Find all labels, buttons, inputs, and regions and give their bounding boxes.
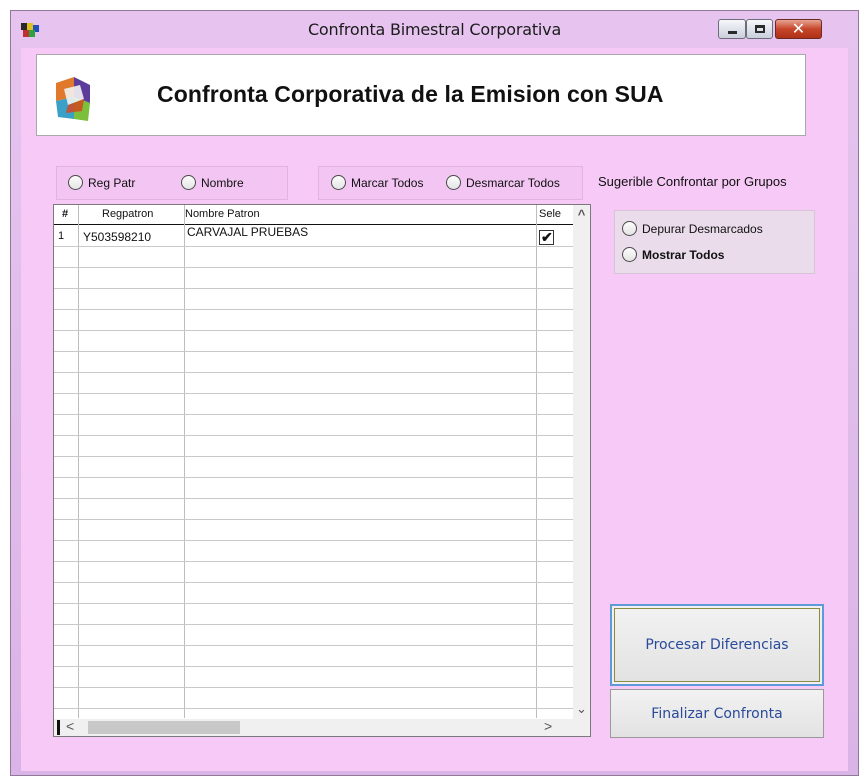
row-divider (54, 435, 575, 436)
header-banner: Confronta Corporativa de la Emision con … (36, 54, 806, 136)
radio-label: Reg Patr (88, 175, 136, 190)
minimize-button[interactable] (718, 19, 746, 39)
radio-label: Mostrar Todos (642, 247, 725, 262)
mark-options-group: Marcar Todos Desmarcar Todos (318, 166, 583, 200)
radio-depurar-desmarcados[interactable]: Depurar Desmarcados (622, 221, 763, 236)
row-divider (54, 477, 575, 478)
row-divider (54, 624, 575, 625)
radio-marcar-todos[interactable]: Marcar Todos (331, 175, 423, 190)
radio-circle (181, 175, 196, 190)
radio-circle (68, 175, 83, 190)
app-logo-icon (56, 77, 90, 121)
column-header-number[interactable]: # (62, 208, 68, 220)
scroll-left-icon[interactable]: < (66, 718, 74, 734)
minimize-icon (728, 31, 737, 34)
column-header-seleccion[interactable]: Sele (539, 208, 561, 220)
column-divider (78, 205, 79, 718)
radio-label: Depurar Desmarcados (642, 221, 763, 236)
radio-label: Marcar Todos (351, 175, 424, 190)
close-button[interactable]: ✕ (775, 19, 822, 39)
row-divider (54, 288, 575, 289)
row-divider (54, 267, 575, 268)
cell-nombre-patron: CARVAJAL PRUEBAS (187, 225, 309, 239)
scroll-corner (573, 719, 590, 736)
scroll-thumb[interactable] (88, 721, 240, 734)
scroll-cap (57, 720, 60, 735)
row-divider (54, 372, 575, 373)
employer-grid[interactable]: # Regpatron Nombre Patron Sele 1 Y503598… (53, 204, 591, 737)
horizontal-scrollbar[interactable]: < > (54, 718, 575, 736)
radio-desmarcar-todos[interactable]: Desmarcar Todos (446, 175, 560, 190)
radio-mostrar-todos[interactable]: Mostrar Todos (622, 247, 724, 262)
scroll-up-icon[interactable]: ^ (573, 207, 590, 222)
banner-title: Confronta Corporativa de la Emision con … (157, 81, 664, 107)
row-divider (54, 540, 575, 541)
row-divider (54, 561, 575, 562)
row-divider (54, 456, 575, 457)
scroll-right-icon[interactable]: > (544, 718, 552, 734)
cell-regpatron: Y503598210 (83, 230, 152, 244)
radio-label: Nombre (201, 175, 244, 190)
grid-header: # Regpatron Nombre Patron Sele (54, 205, 575, 225)
filter-options-group: Depurar Desmarcados Mostrar Todos (614, 210, 815, 274)
row-divider (54, 309, 575, 310)
procesar-diferencias-button[interactable]: Procesar Diferencias (610, 604, 824, 686)
close-icon: ✕ (791, 19, 806, 38)
row-divider (54, 666, 575, 667)
row-select-checkbox[interactable]: ✔ (539, 229, 554, 245)
row-divider (54, 393, 575, 394)
radio-circle (446, 175, 461, 190)
finalizar-confronta-button[interactable]: Finalizar Confronta (610, 689, 824, 738)
group-hint-label: Sugerible Confrontar por Grupos (598, 174, 787, 189)
row-divider (54, 582, 575, 583)
check-icon: ✔ (541, 229, 553, 245)
radio-circle (622, 247, 637, 262)
row-divider (54, 330, 575, 331)
radio-label: Desmarcar Todos (466, 175, 560, 190)
radio-nombre[interactable]: Nombre (181, 175, 244, 190)
row-divider (54, 498, 575, 499)
radio-reg-patr[interactable]: Reg Patr (68, 175, 135, 190)
maximize-icon (755, 25, 765, 33)
scroll-down-icon[interactable]: ⌄ (573, 701, 590, 717)
column-header-nombre-patron[interactable]: Nombre Patron (185, 208, 260, 220)
radio-circle (331, 175, 346, 190)
row-divider (54, 603, 575, 604)
cell-number: 1 (58, 230, 65, 242)
row-divider (54, 708, 575, 709)
row-divider (54, 414, 575, 415)
column-divider (184, 205, 185, 718)
row-divider (54, 519, 575, 520)
title-bar[interactable]: Confronta Bimestral Corporativa ✕ (11, 11, 858, 47)
sort-options-group: Reg Patr Nombre (56, 166, 288, 200)
row-divider (54, 246, 575, 247)
column-header-regpatron[interactable]: Regpatron (102, 208, 153, 220)
maximize-button[interactable] (746, 19, 773, 39)
row-divider (54, 645, 575, 646)
column-divider (536, 205, 537, 718)
row-divider (54, 687, 575, 688)
vertical-scrollbar[interactable]: ^ ⌄ (573, 205, 590, 719)
radio-circle (622, 221, 637, 236)
row-divider (54, 351, 575, 352)
